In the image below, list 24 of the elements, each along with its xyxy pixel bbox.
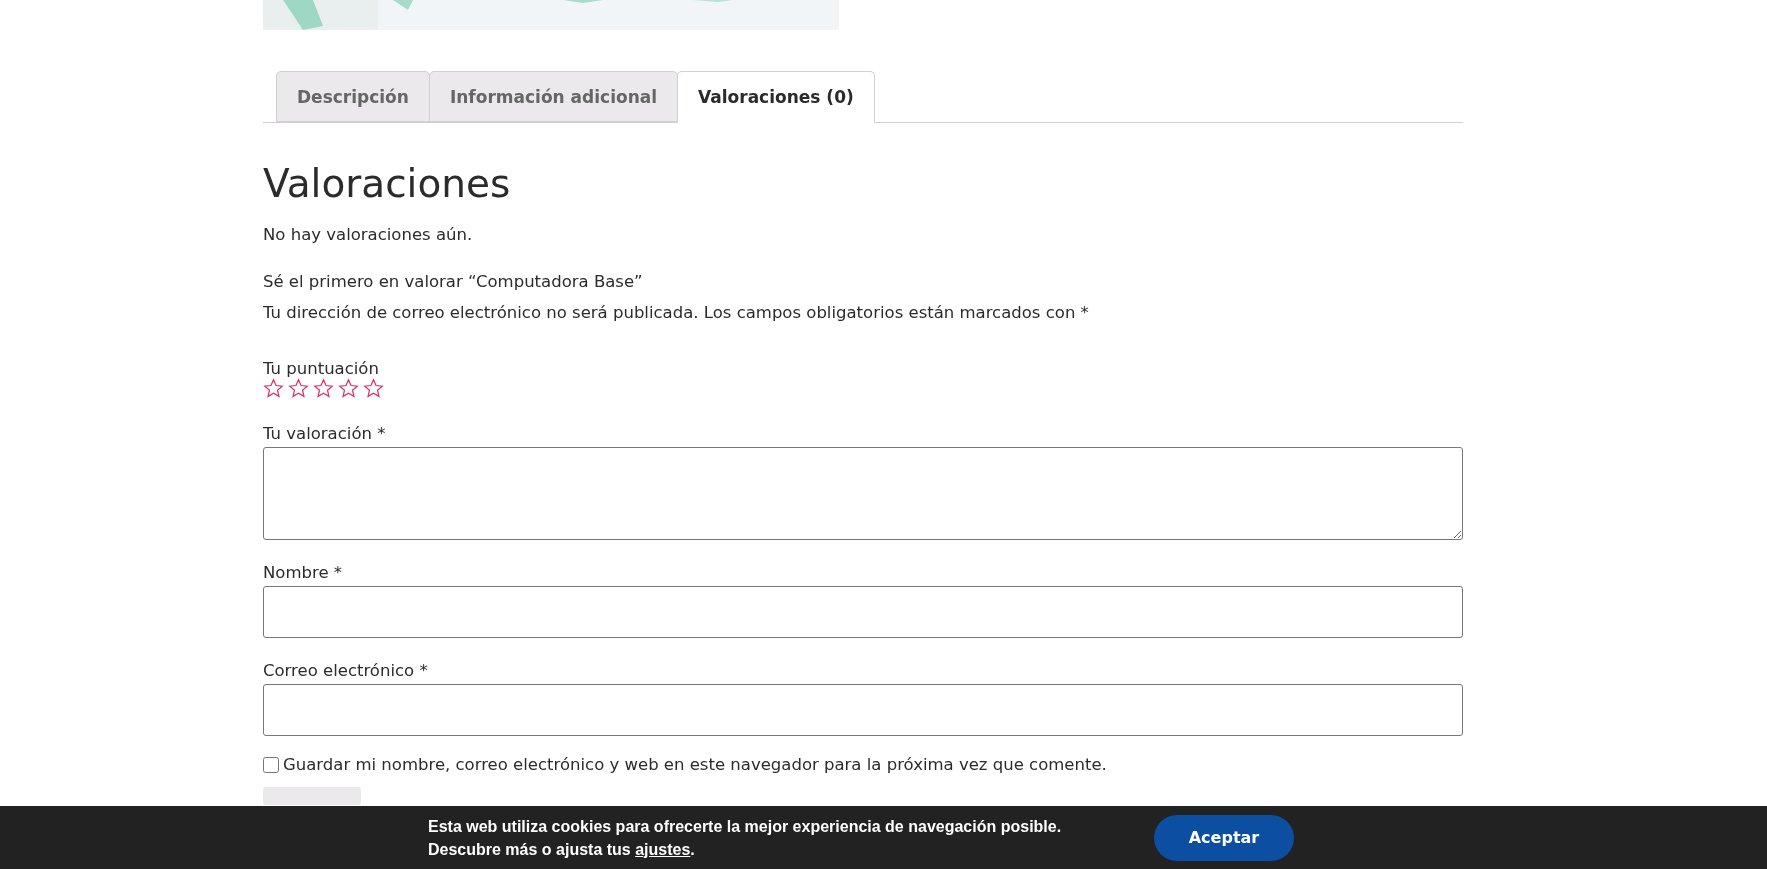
accept-button[interactable]: Aceptar — [1154, 814, 1294, 861]
tab[interactable]: Información adicional — [428, 71, 679, 122]
star-icon[interactable] — [338, 378, 359, 399]
field-label: Nombre * — [263, 562, 344, 584]
star-icon[interactable] — [288, 378, 309, 399]
input-field[interactable] — [263, 586, 1463, 638]
field-label: Correo electrónico * — [263, 660, 429, 682]
section-title: Valoraciones — [263, 161, 512, 207]
empty-text: No hay valoraciones aún. — [263, 224, 474, 246]
tab[interactable]: Valoraciones (0) — [677, 71, 875, 123]
tab[interactable]: Descripción — [276, 71, 430, 122]
settings-link[interactable]: ajustes — [635, 840, 691, 858]
rating-label: Tu puntuación — [263, 358, 380, 380]
first-review-text: Sé el primero en valorar “Computadora Base” — [263, 271, 644, 293]
field-label: Tu valoración * — [263, 423, 387, 445]
checkbox-label: Guardar mi nombre, correo electrónico y web en este navegador para la próxima vez que comente. — [283, 754, 1107, 776]
save-checkbox[interactable] — [263, 757, 279, 773]
notice-text: Tu dirección de correo electrónico no será publicada. Los campos obligatorios están marcados con * — [263, 302, 1090, 324]
review-field[interactable] — [263, 447, 1463, 540]
cookie-text: Esta web utiliza cookies para ofrecerte la mejor experiencia de navegación posible. Descubre más o ajusta tus ajustes. — [428, 816, 1063, 860]
star-icon[interactable] — [363, 378, 384, 399]
star-icon[interactable] — [313, 378, 334, 399]
input-field[interactable] — [263, 684, 1463, 736]
star-icon[interactable] — [263, 378, 284, 399]
